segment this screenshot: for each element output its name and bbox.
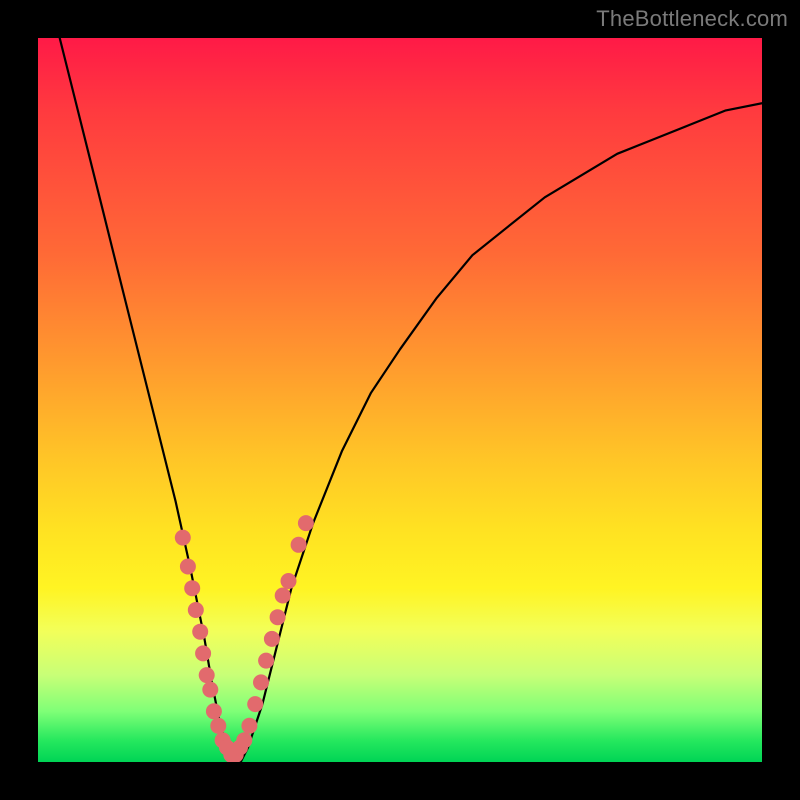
data-point <box>291 537 307 553</box>
data-point <box>202 682 218 698</box>
data-point <box>192 624 208 640</box>
data-point <box>275 588 291 604</box>
data-point <box>298 515 314 531</box>
data-point <box>175 530 191 546</box>
data-point <box>281 573 297 589</box>
data-point <box>258 653 274 669</box>
data-point <box>184 580 200 596</box>
data-point <box>236 732 252 748</box>
chart-frame: TheBottleneck.com <box>0 0 800 800</box>
watermark-text: TheBottleneck.com <box>596 6 788 32</box>
data-point <box>241 718 257 734</box>
data-point <box>188 602 204 618</box>
data-point <box>210 718 226 734</box>
data-point <box>264 631 280 647</box>
data-point <box>199 667 215 683</box>
data-point <box>195 645 211 661</box>
data-point <box>253 674 269 690</box>
plot-svg <box>38 38 762 762</box>
data-point <box>206 703 222 719</box>
data-point <box>180 559 196 575</box>
bottleneck-curve <box>60 38 762 762</box>
data-point <box>247 696 263 712</box>
data-point <box>270 609 286 625</box>
data-point-markers <box>175 515 314 762</box>
